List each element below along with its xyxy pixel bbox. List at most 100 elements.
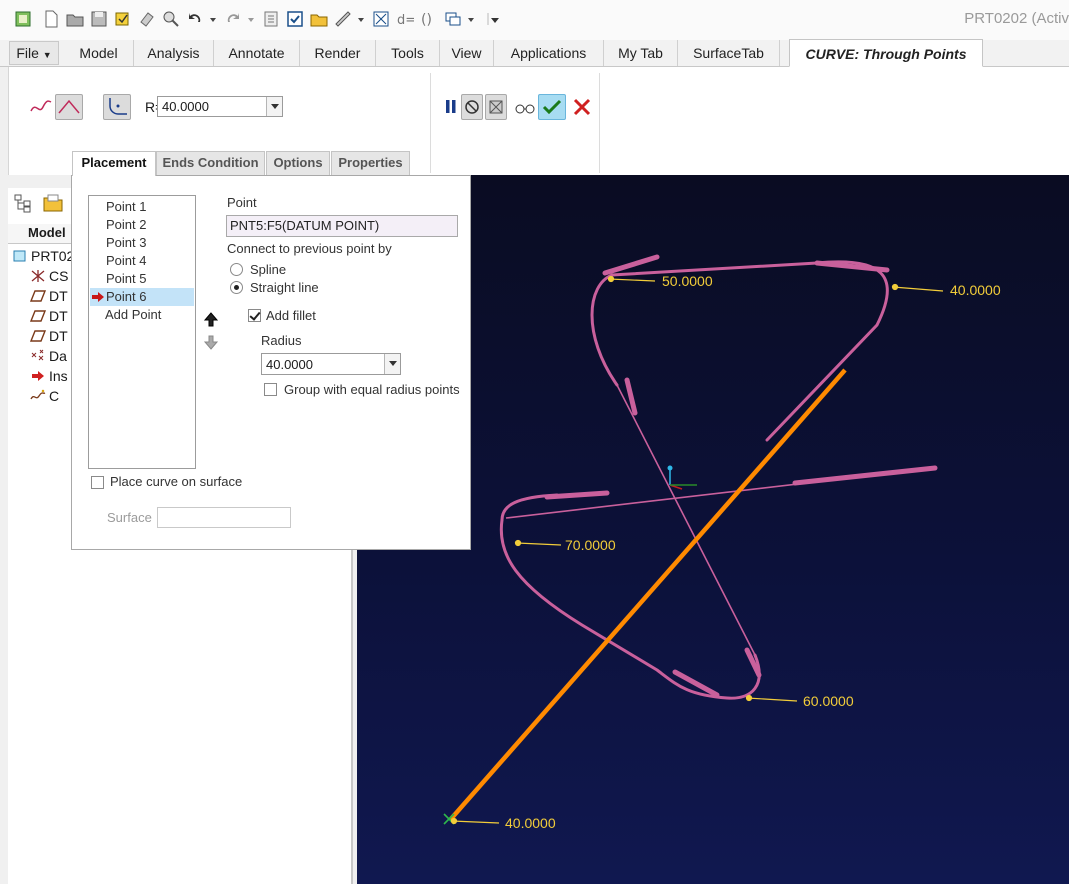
dimension-label[interactable]: 50.0000 — [662, 273, 713, 289]
dimension-label[interactable]: 40.0000 — [950, 282, 1001, 298]
find-icon[interactable] — [162, 10, 180, 28]
tree-item-datum-point[interactable]: Da — [30, 347, 67, 366]
dimension-icon[interactable]: d= — [396, 10, 414, 28]
tab-placement[interactable]: Placement — [72, 151, 156, 176]
point-list-item[interactable]: Point 5 — [90, 270, 194, 288]
ribbon-radius-value: 40.0000 — [162, 99, 209, 114]
group-equal-radius-label: Group with equal radius points — [284, 382, 460, 397]
tree-item-csys[interactable]: CS — [30, 267, 68, 286]
save-icon[interactable] — [90, 10, 108, 28]
straight-line-radio[interactable] — [230, 281, 243, 294]
glasses-preview-icon[interactable] — [511, 94, 539, 120]
preview-icon[interactable] — [485, 94, 507, 120]
current-point-arrow-icon — [92, 292, 104, 302]
move-down-arrow-icon[interactable] — [203, 334, 219, 350]
select-icon[interactable] — [286, 10, 304, 28]
redo-dropdown-icon[interactable] — [246, 10, 256, 28]
point-list-item[interactable]: Point 2 — [90, 216, 194, 234]
tree-item-label: DT — [49, 328, 68, 344]
dimension-leader — [892, 286, 944, 292]
spline-mode-icon[interactable] — [27, 94, 55, 120]
tab-render[interactable]: Render — [300, 40, 376, 66]
model-tree-icon[interactable] — [12, 192, 34, 214]
tab-file[interactable]: File ▼ — [9, 41, 59, 65]
spline-radio[interactable] — [230, 263, 243, 276]
customize-icon[interactable] — [486, 10, 504, 28]
csys-icon — [30, 269, 46, 283]
add-point-item[interactable]: Add Point — [90, 306, 194, 324]
point-list-item[interactable]: Point 3 — [90, 234, 194, 252]
tab-annotate[interactable]: Annotate — [214, 40, 300, 66]
ribbon-radius-combo[interactable]: 40.0000 — [157, 96, 283, 117]
tree-item-datum-plane[interactable]: DT — [29, 327, 68, 346]
tree-item-curve[interactable]: C — [30, 387, 59, 406]
tab-view[interactable]: View — [440, 40, 494, 66]
folder-browser-icon[interactable] — [42, 192, 64, 214]
tab-ends-condition[interactable]: Ends Condition — [156, 151, 265, 175]
tab-properties[interactable]: Properties — [331, 151, 410, 175]
undo-dropdown-icon[interactable] — [208, 10, 218, 28]
tab-curve-through-points[interactable]: CURVE: Through Points — [789, 39, 983, 67]
tree-item-datum-plane[interactable]: DT — [29, 307, 68, 326]
regenerate-manager-icon[interactable] — [262, 10, 280, 28]
no-preview-icon[interactable] — [461, 94, 483, 120]
radius-combo[interactable]: 40.0000 — [261, 353, 401, 375]
redo-icon[interactable] — [224, 10, 242, 28]
tree-item-datum-plane[interactable]: DT — [29, 287, 68, 306]
curve-segment[interactable] — [616, 384, 756, 656]
dimension-leader — [451, 820, 500, 824]
curve-segment-lower[interactable] — [499, 518, 761, 700]
point-list-item-selected[interactable]: Point 6 — [90, 288, 194, 306]
add-fillet-label: Add fillet — [266, 308, 316, 323]
dimension-anchor — [745, 694, 753, 702]
folder-icon[interactable] — [310, 10, 328, 28]
fillet-mark — [602, 254, 660, 276]
regenerate-icon[interactable] — [114, 10, 132, 28]
tab-surfacetab[interactable]: SurfaceTab — [678, 40, 780, 66]
surface-label: Surface — [107, 510, 152, 525]
tab-options[interactable]: Options — [266, 151, 330, 175]
measure-dropdown-icon[interactable] — [356, 10, 366, 28]
part-icon — [12, 249, 28, 263]
group-equal-radius-checkbox[interactable] — [264, 383, 277, 396]
move-up-arrow-icon[interactable] — [203, 312, 219, 328]
new-icon[interactable] — [42, 10, 60, 28]
erase-icon[interactable] — [138, 10, 156, 28]
place-on-surface-checkbox[interactable] — [91, 476, 104, 489]
parameters-icon[interactable]: () — [420, 10, 438, 28]
tab-model[interactable]: Model — [64, 40, 134, 66]
dimension-label[interactable]: 40.0000 — [505, 815, 556, 831]
chevron-down-icon[interactable] — [266, 97, 282, 116]
fillet-radius-icon[interactable] — [103, 94, 131, 120]
windows-icon[interactable] — [444, 10, 462, 28]
tree-item-part[interactable]: PRT02 — [12, 247, 74, 266]
dimension-anchor — [514, 539, 522, 547]
add-fillet-checkbox[interactable] — [248, 309, 261, 322]
point-reference-field[interactable]: PNT5:F5(DATUM POINT) — [226, 215, 458, 237]
confirm-icon[interactable] — [538, 94, 566, 120]
view-icon[interactable] — [14, 10, 32, 28]
tab-analysis[interactable]: Analysis — [134, 40, 214, 66]
tab-my-tab[interactable]: My Tab — [604, 40, 678, 66]
straight-line-mode-icon[interactable] — [55, 94, 83, 120]
spline-radio-label: Spline — [250, 262, 287, 277]
dimension-leader — [516, 542, 562, 546]
point-list-item[interactable]: Point 4 — [90, 252, 194, 270]
surface-field[interactable] — [157, 507, 291, 528]
point-list[interactable]: Point 1 Point 2 Point 3 Point 4 Point 5 … — [88, 195, 196, 469]
dimension-label[interactable]: 60.0000 — [803, 693, 854, 709]
undo-icon[interactable] — [186, 10, 204, 28]
open-icon[interactable] — [66, 10, 84, 28]
selected-curve-segment[interactable] — [448, 368, 847, 822]
cancel-icon[interactable] — [568, 94, 596, 120]
tree-item-label: PRT02 — [31, 248, 75, 264]
tab-applications[interactable]: Applications — [494, 40, 604, 66]
tree-item-insert-here[interactable]: Ins — [30, 367, 68, 386]
measure-icon[interactable] — [334, 10, 352, 28]
windows-dropdown-icon[interactable] — [466, 10, 476, 28]
point-list-item[interactable]: Point 1 — [90, 198, 194, 216]
relations-icon[interactable] — [372, 10, 390, 28]
tab-tools[interactable]: Tools — [376, 40, 440, 66]
chevron-down-icon[interactable] — [384, 354, 400, 374]
dimension-label[interactable]: 70.0000 — [565, 537, 616, 553]
